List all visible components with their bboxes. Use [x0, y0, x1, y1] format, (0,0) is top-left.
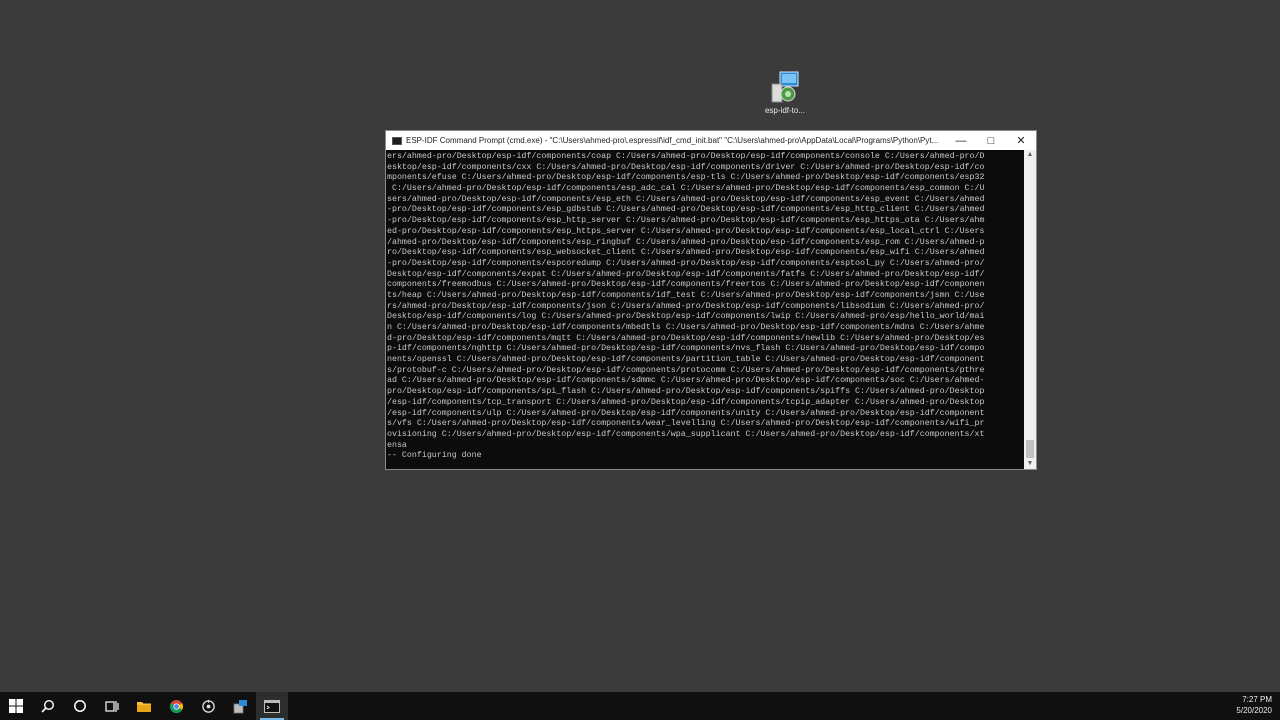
console-line: /esp-idf/components/tcp_transport C:/Use… [387, 397, 985, 407]
installer-icon [768, 70, 802, 104]
search-icon [41, 699, 55, 713]
start-button[interactable] [0, 692, 32, 720]
console-line: /esp-idf/components/ulp C:/Users/ahmed-p… [387, 408, 985, 418]
clock-date: 5/20/2020 [1236, 706, 1272, 715]
console-line: d-pro/Desktop/esp-idf/components/mqtt C:… [387, 333, 985, 343]
installer-app-icon [233, 699, 247, 713]
console-line: -pro/Desktop/esp-idf/components/esp_http… [387, 216, 985, 226]
console-line: p-idf/components/nghttp C:/Users/ahmed-p… [387, 344, 985, 354]
maximize-button[interactable]: □ [976, 131, 1006, 150]
system-clock[interactable]: 7:27 PM 5/20/2020 [1236, 694, 1272, 716]
scrollbar-thumb[interactable] [1026, 440, 1034, 458]
console-line: Desktop/esp-idf/components/log C:/Users/… [387, 312, 985, 322]
clock-time: 7:27 PM [1242, 695, 1272, 704]
console-line: n C:/Users/ahmed-pro/Desktop/esp-idf/com… [387, 323, 985, 332]
console-line: pro/Desktop/esp-idf/components/spi_flash… [387, 387, 985, 397]
console-line: rs/ahmed-pro/Desktop/esp-idf/components/… [387, 301, 985, 311]
console-line: s/protobuf-c C:/Users/ahmed-pro/Desktop/… [387, 365, 985, 375]
close-button[interactable]: ✕ [1006, 131, 1036, 150]
taskbar-chrome[interactable] [160, 692, 192, 720]
cortana-button[interactable] [64, 692, 96, 720]
scroll-down-arrow-icon[interactable]: ▼ [1024, 459, 1036, 469]
settings-app-icon [201, 699, 215, 713]
console-line: Desktop/esp-idf/components/expat C:/User… [387, 269, 985, 279]
scroll-up-arrow-icon[interactable]: ▲ [1024, 150, 1036, 160]
console-line: ad C:/Users/ahmed-pro/Desktop/esp-idf/co… [387, 376, 985, 386]
console-line: -pro/Desktop/esp-idf/components/espcored… [387, 258, 985, 268]
task-view-icon [105, 701, 119, 712]
file-explorer-icon [137, 702, 151, 712]
taskbar-installer-app[interactable] [224, 692, 256, 720]
windows-start-icon [9, 699, 23, 713]
console-line: esktop/esp-idf/components/cxx C:/Users/a… [387, 162, 985, 172]
console-line: ensa [387, 440, 407, 450]
cmd-app-icon [392, 136, 402, 145]
window-title: ESP-IDF Command Prompt (cmd.exe) - "C:\U… [406, 136, 939, 145]
console-line: -- Configuring done [387, 451, 482, 461]
chrome-icon [169, 699, 183, 713]
taskbar-command-prompt[interactable] [256, 692, 288, 720]
console-line: ed-pro/Desktop/esp-idf/components/esp_ht… [387, 226, 985, 236]
task-view-button[interactable] [96, 692, 128, 720]
console-line: nents/openssl C:/Users/ahmed-pro/Desktop… [387, 355, 985, 365]
console-line: ts/heap C:/Users/ahmed-pro/Desktop/esp-i… [387, 290, 985, 300]
console-line: /ahmed-pro/Desktop/esp-idf/components/es… [387, 237, 985, 247]
cortana-icon [74, 700, 86, 712]
taskbar-file-explorer[interactable] [128, 692, 160, 720]
console-output[interactable]: ers/ahmed-pro/Desktop/esp-idf/components… [386, 150, 1024, 469]
console-line: ers/ahmed-pro/Desktop/esp-idf/components… [387, 152, 985, 161]
window-titlebar[interactable]: ESP-IDF Command Prompt (cmd.exe) - "C:\U… [386, 131, 1036, 150]
desktop-shortcut-label: esp-idf-to... [764, 106, 805, 115]
console-line: mponents/efuse C:/Users/ahmed-pro/Deskto… [387, 173, 985, 183]
vertical-scrollbar[interactable]: ▲ ▼ [1024, 150, 1036, 469]
taskbar: 7:27 PM 5/20/2020 [0, 692, 1280, 720]
command-prompt-icon [264, 699, 280, 713]
console-line: ro/Desktop/esp-idf/components/esp_websoc… [387, 248, 985, 258]
minimize-button[interactable]: — [946, 131, 976, 150]
search-button[interactable] [32, 692, 64, 720]
console-line: components/freemodbus C:/Users/ahmed-pro… [387, 280, 985, 290]
console-line: ovisioning C:/Users/ahmed-pro/Desktop/es… [387, 429, 985, 439]
taskbar-settings-app[interactable] [192, 692, 224, 720]
console-line: -pro/Desktop/esp-idf/components/esp_gdbs… [387, 205, 985, 215]
console-line: s/vfs C:/Users/ahmed-pro/Desktop/esp-idf… [387, 419, 985, 429]
command-prompt-window[interactable]: ESP-IDF Command Prompt (cmd.exe) - "C:\U… [385, 130, 1037, 470]
console-line: C:/Users/ahmed-pro/Desktop/esp-idf/compo… [387, 184, 985, 194]
desktop-shortcut-esp-idf-tools[interactable]: esp-idf-to... [756, 70, 814, 115]
console-line: sers/ahmed-pro/Desktop/esp-idf/component… [387, 194, 985, 204]
